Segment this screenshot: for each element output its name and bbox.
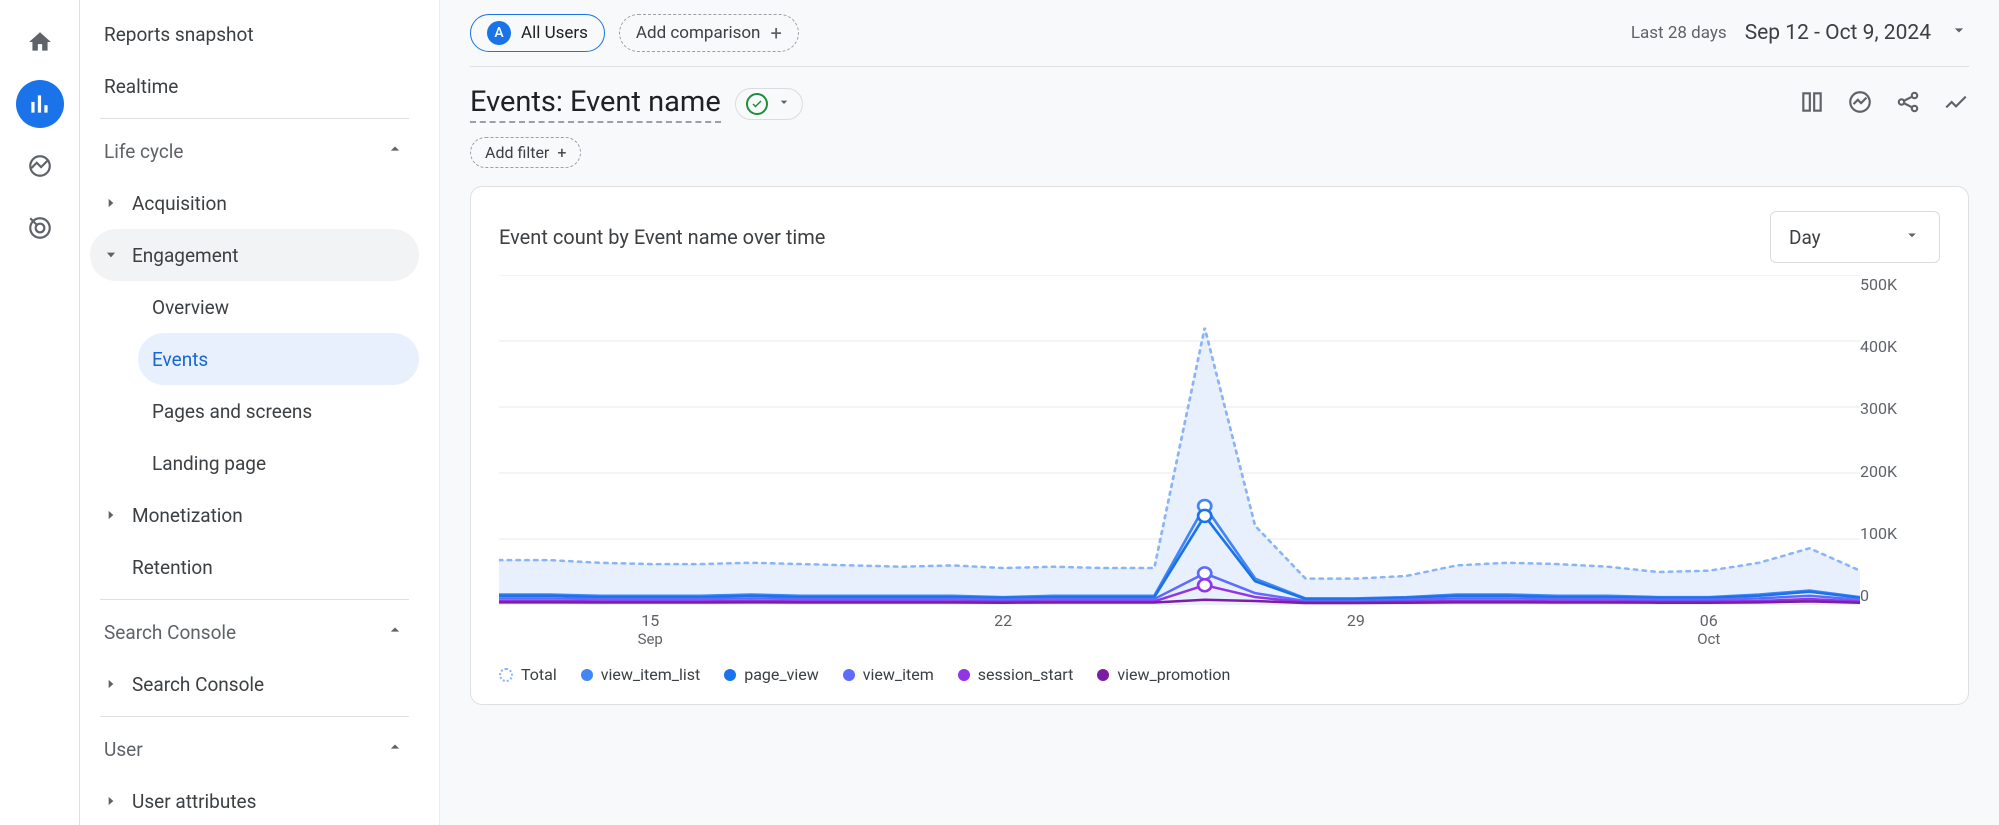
sidebar-section-life-cycle[interactable]: Life cycle bbox=[90, 125, 419, 177]
x-tick: 22 bbox=[994, 611, 1012, 630]
sidebar-overview[interactable]: Overview bbox=[138, 281, 419, 333]
chevron-up-icon bbox=[385, 139, 405, 164]
sidebar-events[interactable]: Events bbox=[138, 333, 419, 385]
legend-item[interactable]: Total bbox=[499, 665, 557, 684]
sidebar-item-label: Reports snapshot bbox=[104, 23, 254, 46]
chevron-up-icon bbox=[385, 620, 405, 645]
legend-item[interactable]: page_view bbox=[724, 665, 819, 684]
chart-plot: 15Sep 22 29 06Oct bbox=[499, 275, 1860, 655]
edit-icon[interactable] bbox=[1943, 89, 1969, 119]
y-tick: 0 bbox=[1860, 586, 1940, 605]
legend-dot bbox=[499, 668, 513, 682]
y-tick: 400K bbox=[1860, 337, 1940, 356]
caret-right-icon bbox=[104, 794, 122, 808]
reports-icon[interactable] bbox=[16, 80, 64, 128]
chevron-down-icon bbox=[1949, 20, 1969, 46]
chart-card: Event count by Event name over time Day … bbox=[470, 186, 1969, 705]
chart-legend: Total view_item_list page_view view_item ses… bbox=[499, 655, 1940, 684]
chip-add-comparison[interactable]: Add comparison + bbox=[619, 14, 799, 52]
caret-down-icon bbox=[104, 248, 122, 262]
topbar: A All Users Add comparison + Last 28 day… bbox=[470, 0, 1969, 67]
y-tick: 500K bbox=[1860, 275, 1940, 294]
add-filter-chip[interactable]: Add filter + bbox=[470, 137, 581, 168]
home-icon[interactable] bbox=[16, 18, 64, 66]
legend-item[interactable]: view_item bbox=[843, 665, 934, 684]
x-tick: 15Sep bbox=[638, 611, 663, 648]
sidebar-engagement[interactable]: Engagement bbox=[90, 229, 419, 281]
x-tick: 29 bbox=[1347, 611, 1365, 630]
caret-right-icon bbox=[104, 196, 122, 210]
chevron-down-icon bbox=[776, 94, 792, 114]
sidebar-pages-screens[interactable]: Pages and screens bbox=[138, 385, 419, 437]
card-title: Event count by Event name over time bbox=[499, 225, 825, 249]
sidebar-section-user[interactable]: User bbox=[90, 723, 419, 775]
legend-dot bbox=[843, 669, 855, 681]
date-range-picker[interactable]: Last 28 days Sep 12 - Oct 9, 2024 bbox=[1631, 20, 1969, 46]
sidebar-retention[interactable]: Retention bbox=[90, 541, 419, 593]
caret-right-icon bbox=[104, 508, 122, 522]
y-axis: 500K 400K 300K 200K 100K 0 bbox=[1860, 275, 1940, 605]
granularity-select[interactable]: Day bbox=[1770, 211, 1940, 263]
legend-dot bbox=[581, 669, 593, 681]
legend-dot bbox=[724, 669, 736, 681]
x-tick: 06Oct bbox=[1697, 611, 1720, 648]
sidebar-reports-snapshot[interactable]: Reports snapshot bbox=[90, 8, 419, 60]
legend-dot bbox=[958, 669, 970, 681]
customize-icon[interactable] bbox=[1799, 89, 1825, 119]
advertising-icon[interactable] bbox=[16, 204, 64, 252]
sidebar-realtime[interactable]: Realtime bbox=[90, 60, 419, 112]
sidebar-section-search-console[interactable]: Search Console bbox=[90, 606, 419, 658]
quality-dropdown[interactable] bbox=[735, 88, 803, 120]
chip-badge: A bbox=[487, 21, 511, 45]
explore-icon[interactable] bbox=[16, 142, 64, 190]
main-content: A All Users Add comparison + Last 28 day… bbox=[440, 0, 1999, 825]
y-tick: 300K bbox=[1860, 399, 1940, 418]
chip-all-users[interactable]: A All Users bbox=[470, 14, 605, 52]
sidebar-user-attributes[interactable]: User attributes bbox=[90, 775, 419, 825]
sidebar: Reports snapshot Realtime Life cycle Acq… bbox=[80, 0, 440, 825]
sidebar-landing-page[interactable]: Landing page bbox=[138, 437, 419, 489]
plus-icon: + bbox=[770, 21, 781, 45]
sidebar-item-label: Realtime bbox=[104, 75, 178, 98]
caret-right-icon bbox=[104, 677, 122, 691]
plus-icon: + bbox=[557, 143, 566, 162]
check-icon bbox=[746, 93, 768, 115]
legend-item[interactable]: view_promotion bbox=[1097, 665, 1230, 684]
sidebar-search-console[interactable]: Search Console bbox=[90, 658, 419, 710]
y-tick: 100K bbox=[1860, 524, 1940, 543]
chevron-up-icon bbox=[385, 737, 405, 762]
legend-item[interactable]: session_start bbox=[958, 665, 1074, 684]
page-title[interactable]: Events: Event name bbox=[470, 85, 721, 123]
legend-item[interactable]: view_item_list bbox=[581, 665, 701, 684]
y-tick: 200K bbox=[1860, 462, 1940, 481]
sidebar-monetization[interactable]: Monetization bbox=[90, 489, 419, 541]
sidebar-acquisition[interactable]: Acquisition bbox=[90, 177, 419, 229]
insights-icon[interactable] bbox=[1847, 89, 1873, 119]
nav-rail bbox=[0, 0, 80, 825]
legend-dot bbox=[1097, 669, 1109, 681]
share-icon[interactable] bbox=[1895, 89, 1921, 119]
chevron-down-icon bbox=[1903, 226, 1921, 249]
